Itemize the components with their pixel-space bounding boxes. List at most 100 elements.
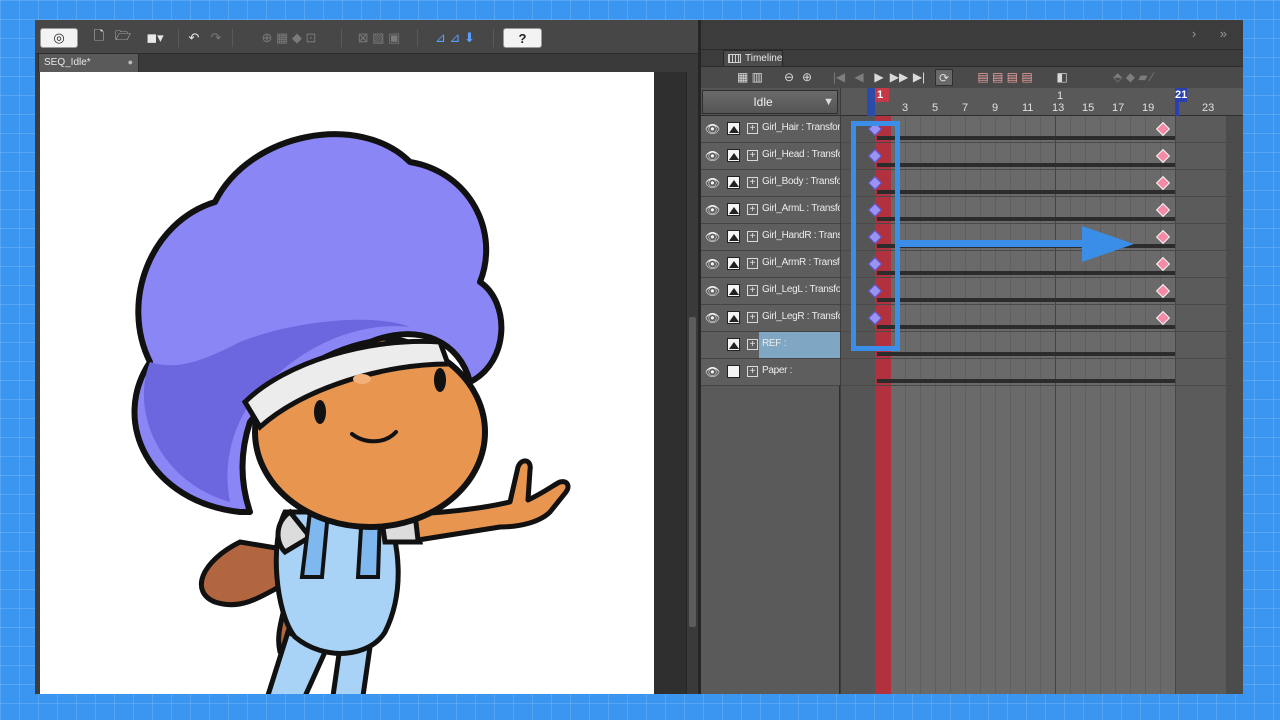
- open-file-button[interactable]: 🗁: [114, 28, 132, 48]
- layer-name: Girl_ArmL : Transform: [762, 203, 840, 214]
- layer-view-buttons[interactable]: ▦ ▥: [731, 69, 769, 86]
- eye-icon[interactable]: 👁: [705, 176, 720, 190]
- expand-icon[interactable]: +: [747, 177, 758, 188]
- layer-name: Girl_LegR : Transform: [762, 311, 840, 322]
- eye-icon[interactable]: 👁: [705, 122, 720, 136]
- current-frame-indicator[interactable]: 1: [875, 88, 889, 102]
- undo-button[interactable]: ↶: [185, 28, 203, 48]
- tab-close-icon[interactable]: ●: [128, 54, 133, 71]
- layer-type-icon: [727, 338, 740, 351]
- graph-tools-group[interactable]: ⊿ ⊿ ⬇: [423, 28, 487, 48]
- redo-button[interactable]: ↷: [207, 28, 225, 48]
- frame-row-separator: [841, 304, 1243, 305]
- layer-row[interactable]: 👁 + Girl_Hair : Transform: [701, 116, 840, 143]
- eye-icon[interactable]: 👁: [705, 203, 720, 217]
- mask-tools-group[interactable]: ⊠ ▨ ▣: [347, 28, 411, 48]
- layer-row[interactable]: 👁 + REF :: [701, 332, 840, 359]
- layer-name-cell[interactable]: Girl_HandR : Transform: [759, 224, 840, 250]
- expand-icon[interactable]: +: [747, 339, 758, 350]
- frame-grid-area[interactable]: [841, 116, 1243, 694]
- layer-name-cell[interactable]: Girl_Body : Transform: [759, 170, 840, 196]
- frame-area[interactable]: 1 21 1 -23579111315171923: [841, 88, 1243, 694]
- onion-skin-buttons[interactable]: ▤ ▤ ▤ ▤: [963, 69, 1047, 86]
- scene-dropdown-value: Idle: [753, 95, 773, 109]
- layer-name-cell[interactable]: Girl_ArmR : Transform: [759, 251, 840, 277]
- layer-row[interactable]: 👁 + Girl_ArmR : Transform: [701, 251, 840, 278]
- frame-range-bar: [877, 298, 1175, 302]
- loop-button[interactable]: ⟳: [935, 69, 953, 86]
- eye-icon[interactable]: 👁: [705, 284, 720, 298]
- tab-timeline[interactable]: Timeline: [723, 50, 783, 67]
- expand-icon[interactable]: +: [747, 258, 758, 269]
- app-window: ◎ 🗋 🗁 ◼▾ ↶ ↷ ⊕ ▦ ◆ ⊡ ⊠ ▨ ▣ ⊿ ⊿ ⬇ ? SEQ_I…: [35, 20, 1243, 694]
- frame-range-bar: [877, 217, 1175, 221]
- frame-range-bar: [877, 325, 1175, 329]
- layer-name-cell[interactable]: Girl_Head : Transform: [759, 143, 840, 169]
- character-eye-left: [314, 400, 326, 424]
- new-file-button[interactable]: 🗋: [91, 28, 107, 48]
- next-frame-button[interactable]: ▶▶: [889, 69, 909, 86]
- scrollbar-thumb[interactable]: [689, 317, 696, 627]
- expand-icon[interactable]: +: [747, 285, 758, 296]
- layer-row[interactable]: 👁 + Girl_LegL : Transform: [701, 278, 840, 305]
- eye-icon[interactable]: 👁: [705, 338, 719, 352]
- layer-name: Girl_LegL : Transform: [762, 284, 840, 295]
- eye-icon[interactable]: 👁: [705, 257, 720, 271]
- vertical-scrollbar[interactable]: [686, 72, 698, 694]
- expand-icon[interactable]: +: [747, 231, 758, 242]
- layer-row[interactable]: 👁 + Girl_HandR : Transform: [701, 224, 840, 251]
- document-tab-label: SEQ_Idle*: [44, 57, 91, 68]
- document-tab[interactable]: SEQ_Idle* ●: [38, 53, 139, 72]
- scene-dropdown[interactable]: Idle ▼: [702, 90, 838, 114]
- layer-row[interactable]: 👁 + Girl_Head : Transform: [701, 143, 840, 170]
- layer-options-button[interactable]: ◧: [1053, 69, 1071, 86]
- keyframe-buttons[interactable]: ⬘ ◆ ▰ ⁄: [1085, 69, 1181, 86]
- transform-tools-group[interactable]: ⊕ ▦ ◆ ⊡: [241, 28, 337, 48]
- layer-type-icon: [727, 284, 740, 297]
- layer-name-cell[interactable]: Girl_Hair : Transform: [759, 116, 840, 142]
- eye-icon[interactable]: 👁: [705, 311, 720, 325]
- end-frame-indicator[interactable]: 21: [1175, 88, 1187, 102]
- collapse-arrows-icon[interactable]: › »: [1192, 26, 1237, 41]
- go-to-start-button[interactable]: |◀: [831, 69, 847, 86]
- zoom-out-button[interactable]: ⊖: [781, 69, 797, 86]
- eye-icon[interactable]: 👁: [705, 230, 720, 244]
- go-to-end-button[interactable]: ▶|: [911, 69, 927, 86]
- layer-row[interactable]: 👁 + Girl_LegR : Transform: [701, 305, 840, 332]
- app-logo-button[interactable]: ◎: [40, 28, 78, 48]
- expand-icon[interactable]: +: [747, 312, 758, 323]
- layer-row[interactable]: 👁 + Paper :: [701, 359, 840, 386]
- prev-frame-button[interactable]: ◀: [851, 69, 867, 86]
- save-dropdown-button[interactable]: ◼▾: [139, 28, 171, 48]
- expand-icon[interactable]: +: [747, 366, 758, 377]
- layer-name-cell[interactable]: Girl_LegR : Transform: [759, 305, 840, 331]
- ruler-tick: 5: [932, 102, 939, 114]
- layer-name-cell[interactable]: Girl_ArmL : Transform: [759, 197, 840, 223]
- playback-start-marker[interactable]: [867, 88, 875, 116]
- expand-icon[interactable]: +: [747, 150, 758, 161]
- annotation-arrow-shaft: [898, 240, 1098, 247]
- layer-name-cell[interactable]: Paper :: [759, 359, 840, 385]
- main-toolbar: ◎ 🗋 🗁 ◼▾ ↶ ↷ ⊕ ▦ ◆ ⊡ ⊠ ▨ ▣ ⊿ ⊿ ⬇ ?: [35, 20, 698, 54]
- layer-name-cell[interactable]: REF :: [759, 332, 840, 358]
- toolbar-separator: [178, 29, 179, 47]
- layer-type-icon: [727, 149, 740, 162]
- eye-icon[interactable]: 👁: [705, 149, 720, 163]
- camera-canvas[interactable]: [40, 72, 654, 694]
- expand-icon[interactable]: +: [747, 204, 758, 215]
- zoom-in-button[interactable]: ⊕: [799, 69, 815, 86]
- expand-icon[interactable]: +: [747, 123, 758, 134]
- frame-ruler[interactable]: 1 21 1 -23579111315171923: [841, 88, 1243, 116]
- eye-icon[interactable]: 👁: [705, 365, 720, 379]
- end-frame-line: [1175, 116, 1176, 694]
- annotation-arrow-head-icon: [1082, 226, 1134, 262]
- layer-name-cell[interactable]: Girl_LegL : Transform: [759, 278, 840, 304]
- ruler-tick: 19: [1142, 102, 1155, 114]
- frame-row-separator: [841, 223, 1243, 224]
- layer-row[interactable]: 👁 + Girl_Body : Transform: [701, 170, 840, 197]
- timeline-toolbar: ▦ ▥ ⊖ ⊕ |◀ ◀ ▶ ▶▶ ▶| ⟳ ▤ ▤ ▤ ▤ ◧ ⬘ ◆ ▰ ⁄: [701, 66, 1243, 88]
- frame-range-bar: [877, 271, 1175, 275]
- help-button[interactable]: ?: [503, 28, 542, 48]
- layer-row[interactable]: 👁 + Girl_ArmL : Transform: [701, 197, 840, 224]
- play-button[interactable]: ▶: [871, 69, 887, 86]
